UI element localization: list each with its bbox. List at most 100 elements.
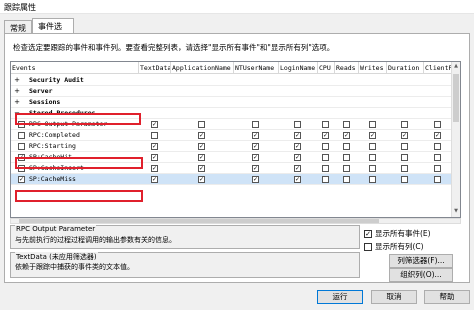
column-header-cpu[interactable]: CPU <box>318 62 335 74</box>
column-checkbox[interactable]: ✓ <box>252 176 259 183</box>
column-header-applicationname[interactable]: ApplicationName <box>171 62 234 74</box>
expander-icon[interactable]: + <box>13 98 21 106</box>
column-checkbox[interactable] <box>434 121 441 128</box>
column-checkbox[interactable] <box>369 176 376 183</box>
scroll-down-icon[interactable]: ▼ <box>453 208 459 216</box>
column-checkbox[interactable]: ✓ <box>434 132 441 139</box>
column-checkbox[interactable]: ✓ <box>294 165 301 172</box>
scroll-thumb[interactable] <box>453 74 459 122</box>
window-titlebar: 跟踪属性 <box>0 0 474 14</box>
column-checkbox[interactable] <box>322 176 329 183</box>
column-checkbox[interactable] <box>198 121 205 128</box>
event-row[interactable]: RPC:Starting ✓ ✓ ✓ ✓ <box>11 141 453 152</box>
column-header-ntusername[interactable]: NTUserName <box>234 62 279 74</box>
column-checkbox[interactable] <box>434 165 441 172</box>
column-checkbox[interactable] <box>369 121 376 128</box>
column-header-duration[interactable]: Duration <box>387 62 424 74</box>
column-checkbox[interactable] <box>401 121 408 128</box>
show-all-events-box[interactable]: ✓ <box>364 230 372 238</box>
column-checkbox[interactable]: ✓ <box>151 176 158 183</box>
run-button[interactable]: 运行 <box>317 290 363 304</box>
column-checkbox[interactable] <box>252 121 259 128</box>
column-checkbox[interactable] <box>401 176 408 183</box>
event-checkbox[interactable] <box>18 132 25 139</box>
column-checkbox[interactable] <box>401 154 408 161</box>
show-all-events-checkbox[interactable]: ✓ 显示所有事件(E) <box>364 228 431 239</box>
event-row[interactable]: RPC:Completed ✓ ✓ ✓ ✓ ✓ ✓ ✓ ✓ <box>11 130 453 141</box>
column-checkbox[interactable]: ✓ <box>294 132 301 139</box>
column-checkbox[interactable] <box>401 143 408 150</box>
column-checkbox[interactable] <box>322 165 329 172</box>
column-checkbox[interactable]: ✓ <box>198 132 205 139</box>
category-row[interactable]: + Security Audit <box>11 75 453 86</box>
column-checkbox[interactable]: ✓ <box>369 132 376 139</box>
column-checkbox[interactable]: ✓ <box>151 143 158 150</box>
show-all-columns-box[interactable] <box>364 243 372 251</box>
column-header-loginname[interactable]: LoginName <box>279 62 318 74</box>
event-label: RPC:Completed <box>29 131 80 139</box>
column-checkbox[interactable]: ✓ <box>252 143 259 150</box>
event-row[interactable]: ✓ SP:CacheMiss ✓ ✓ ✓ ✓ <box>11 174 453 185</box>
cancel-button[interactable]: 取消 <box>371 290 417 304</box>
column-checkbox[interactable]: ✓ <box>151 154 158 161</box>
tab-general[interactable]: 常规 <box>4 20 32 33</box>
events-grid[interactable]: Events TextData ApplicationName NTUserNa… <box>10 61 461 218</box>
column-checkbox[interactable] <box>343 121 350 128</box>
column-checkbox[interactable]: ✓ <box>294 154 301 161</box>
column-checkbox[interactable] <box>369 143 376 150</box>
column-checkbox[interactable] <box>322 143 329 150</box>
grid-horizontal-scrollbar[interactable] <box>10 218 461 224</box>
column-checkbox[interactable] <box>322 121 329 128</box>
column-checkbox[interactable]: ✓ <box>401 132 408 139</box>
column-checkbox[interactable]: ✓ <box>252 154 259 161</box>
column-header-events[interactable]: Events <box>11 62 139 74</box>
category-row[interactable]: + Sessions <box>11 97 453 108</box>
column-checkbox[interactable] <box>434 143 441 150</box>
column-checkbox[interactable]: ✓ <box>198 165 205 172</box>
column-checkbox[interactable] <box>401 165 408 172</box>
grid-header: Events TextData ApplicationName NTUserNa… <box>11 62 460 74</box>
column-checkbox[interactable]: ✓ <box>198 176 205 183</box>
column-checkbox[interactable] <box>294 121 301 128</box>
column-checkbox[interactable] <box>343 165 350 172</box>
horizontal-scroll-thumb[interactable] <box>19 219 379 223</box>
column-checkbox[interactable] <box>343 143 350 150</box>
column-header-reads[interactable]: Reads <box>335 62 359 74</box>
column-checkbox[interactable] <box>343 176 350 183</box>
category-row[interactable]: + Server <box>11 86 453 97</box>
column-checkbox[interactable]: ✓ <box>198 143 205 150</box>
scroll-up-icon[interactable]: ▲ <box>453 63 459 71</box>
column-checkbox[interactable]: ✓ <box>343 132 350 139</box>
event-checkbox[interactable] <box>18 143 25 150</box>
organize-columns-button[interactable]: 组织列(O)... <box>389 268 453 282</box>
column-checkbox[interactable] <box>434 176 441 183</box>
category-label: Sessions <box>29 98 61 106</box>
column-checkbox[interactable]: ✓ <box>294 143 301 150</box>
column-checkbox[interactable] <box>369 165 376 172</box>
column-checkbox[interactable]: ✓ <box>322 132 329 139</box>
column-checkbox[interactable]: ✓ <box>252 165 259 172</box>
window-title: 跟踪属性 <box>4 3 36 12</box>
column-checkbox[interactable] <box>343 154 350 161</box>
column-checkbox[interactable] <box>369 154 376 161</box>
expander-icon[interactable]: + <box>13 87 21 95</box>
column-checkbox[interactable]: ✓ <box>294 176 301 183</box>
column-filters-button[interactable]: 列筛选器(F)... <box>389 254 453 268</box>
column-checkbox[interactable] <box>151 132 158 139</box>
column-header-clientp[interactable]: ClientP <box>424 62 453 74</box>
column-checkbox[interactable] <box>322 154 329 161</box>
highlight-box-cachehit <box>15 157 143 169</box>
column-checkbox[interactable]: ✓ <box>252 132 259 139</box>
column-header-textdata[interactable]: TextData <box>139 62 171 74</box>
column-checkbox[interactable]: ✓ <box>151 165 158 172</box>
column-checkbox[interactable]: ✓ <box>198 154 205 161</box>
column-checkbox[interactable] <box>434 154 441 161</box>
column-header-writes[interactable]: Writes <box>359 62 387 74</box>
column-checkbox[interactable]: ✓ <box>151 121 158 128</box>
expander-icon[interactable]: + <box>13 76 21 84</box>
help-button[interactable]: 帮助 <box>424 290 470 304</box>
grid-vertical-scrollbar[interactable]: ▲ ▼ <box>451 62 460 217</box>
event-checkbox[interactable]: ✓ <box>18 176 25 183</box>
show-all-columns-checkbox[interactable]: 显示所有列(C) <box>364 241 424 252</box>
tab-events-selection[interactable]: 事件选择 <box>32 18 74 42</box>
